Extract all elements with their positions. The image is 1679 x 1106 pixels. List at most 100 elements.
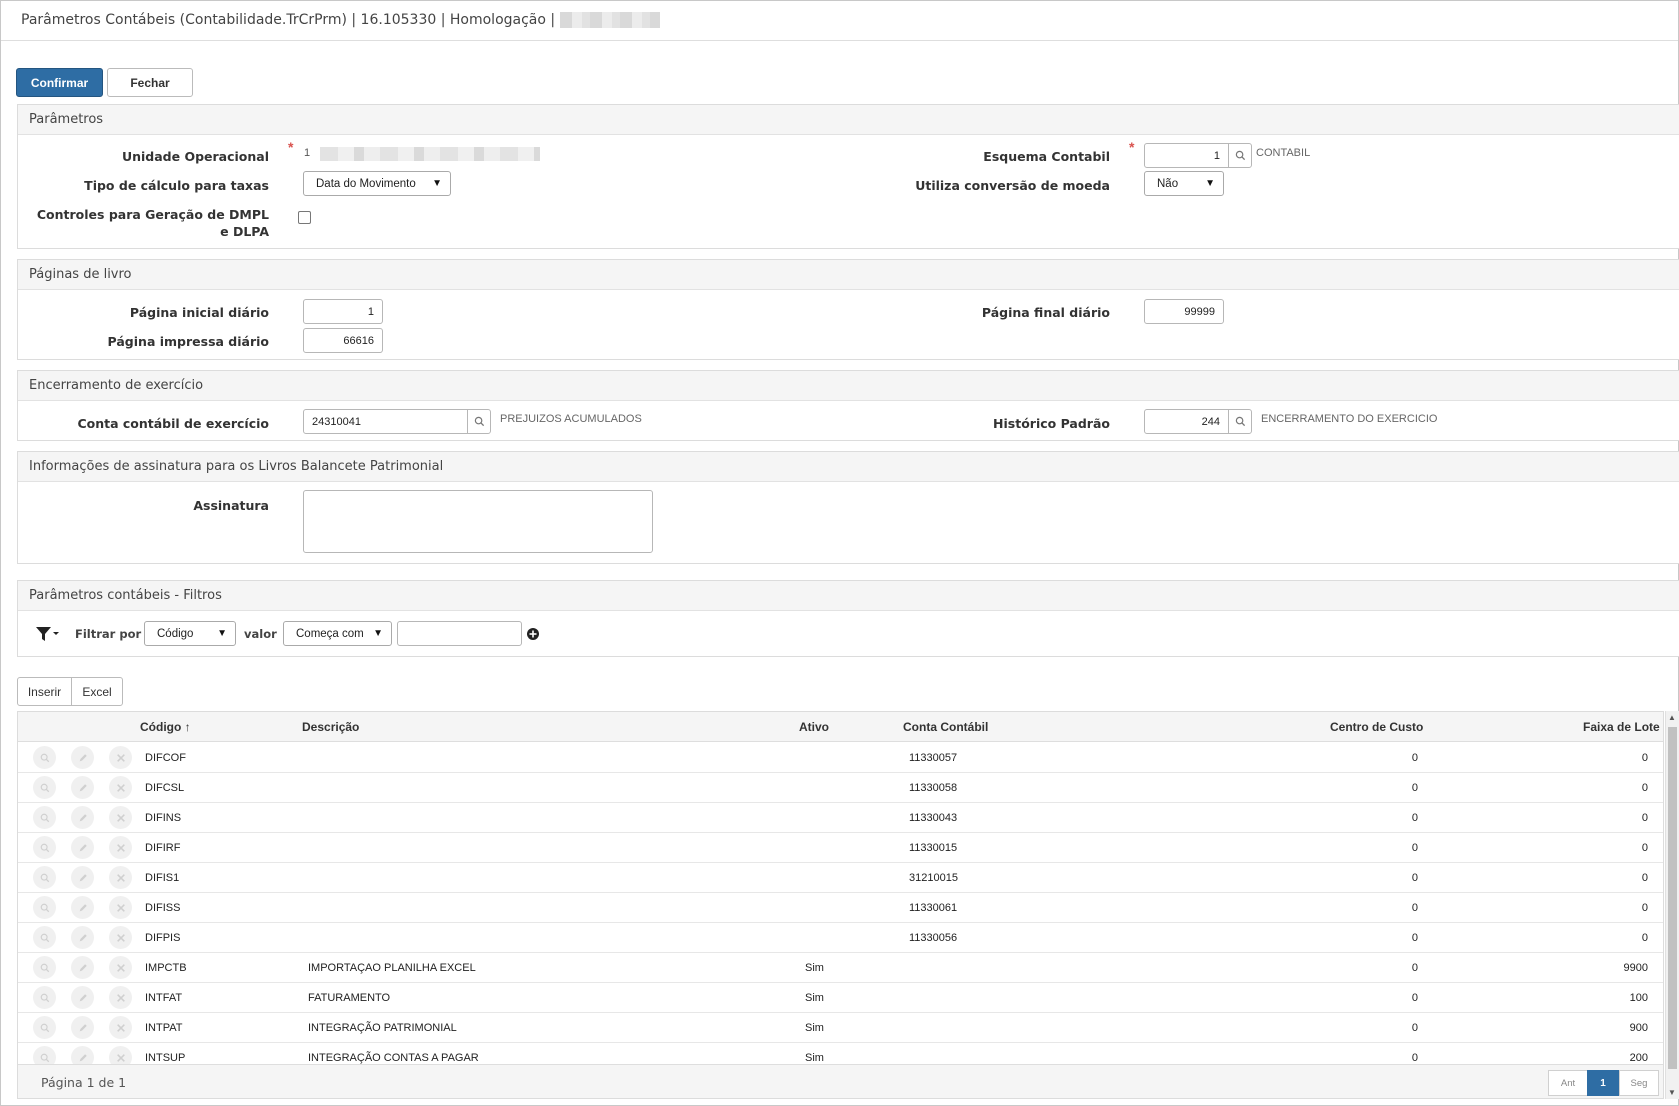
pagina-inicial-input[interactable]: 1 (303, 299, 383, 324)
cell-centro: 0 (1411, 812, 1418, 824)
column-header-conta[interactable]: Conta Contábil (903, 720, 988, 734)
scroll-down-icon[interactable]: ▼ (1668, 1088, 1676, 1097)
grid-header: Código ↑ Descrição Ativo Conta Contábil … (18, 712, 1663, 742)
cell-faixa: 0 (1641, 872, 1648, 884)
filtrar-por-select[interactable]: Código ▼ (144, 621, 236, 646)
conta-exercicio-description: PREJUIZOS ACUMULADOS (500, 413, 642, 425)
edit-icon[interactable] (71, 776, 94, 799)
edit-icon[interactable] (71, 956, 94, 979)
edit-icon[interactable] (71, 836, 94, 859)
conversao-moeda-label: Utiliza conversão de moeda (915, 178, 1110, 193)
cell-codigo: INTSUP (145, 1052, 186, 1064)
view-icon[interactable] (33, 866, 56, 889)
view-icon[interactable] (33, 1016, 56, 1039)
edit-icon[interactable] (71, 986, 94, 1009)
table-row[interactable]: DIFISS 11330061 0 0 (18, 893, 1663, 923)
controles-dmpl-label: Controles para Geração de DMPL e DLPA (36, 207, 269, 239)
add-filter-icon[interactable] (527, 628, 539, 640)
next-page-button[interactable]: Seg (1619, 1070, 1659, 1096)
edit-icon[interactable] (71, 1016, 94, 1039)
conta-exercicio-input[interactable]: 24310041 (303, 409, 468, 434)
assinatura-textarea[interactable] (303, 490, 653, 553)
delete-icon[interactable] (109, 746, 132, 769)
edit-icon[interactable] (71, 896, 94, 919)
scrollbar-thumb[interactable] (1668, 727, 1677, 1069)
edit-icon[interactable] (71, 866, 94, 889)
delete-icon[interactable] (109, 956, 132, 979)
column-header-faixa[interactable]: Faixa de Lote (1583, 720, 1660, 734)
view-icon[interactable] (33, 926, 56, 949)
column-header-descricao[interactable]: Descrição (302, 720, 359, 734)
table-row[interactable]: INTPAT INTEGRAÇÃO PATRIMONIAL Sim 0 900 (18, 1013, 1663, 1043)
view-icon[interactable] (33, 836, 56, 859)
view-icon[interactable] (33, 776, 56, 799)
filter-icon[interactable] (35, 626, 61, 642)
insert-button[interactable]: Inserir (17, 677, 72, 706)
historico-lookup-button[interactable] (1228, 409, 1252, 434)
cell-ativo: Sim (805, 962, 824, 974)
delete-icon[interactable] (109, 866, 132, 889)
operator-selected: Começa com (296, 627, 364, 640)
view-icon[interactable] (33, 956, 56, 979)
edit-icon[interactable] (71, 806, 94, 829)
tipo-calculo-select[interactable]: Data do Movimento ▼ (303, 171, 451, 196)
cell-descricao: FATURAMENTO (308, 992, 391, 1004)
table-row[interactable]: IMPCTB IMPORTAÇAO PLANILHA EXCEL Sim 0 9900 (18, 953, 1663, 983)
delete-icon[interactable] (109, 806, 132, 829)
column-header-codigo[interactable]: Código ↑ (140, 720, 191, 734)
unidade-operacional-value: 1 (304, 147, 311, 159)
excel-button[interactable]: Excel (71, 677, 123, 706)
current-page-button[interactable]: 1 (1587, 1070, 1619, 1096)
chevron-down-icon: ▼ (432, 178, 442, 189)
table-row[interactable]: INTFAT FATURAMENTO Sim 0 100 (18, 983, 1663, 1013)
conta-exercicio-label: Conta contábil de exercício (77, 416, 269, 431)
table-row[interactable]: DIFPIS 11330056 0 0 (18, 923, 1663, 953)
grid-scrollbar[interactable]: ▲ ▼ (1665, 711, 1679, 1099)
edit-icon[interactable] (71, 926, 94, 949)
view-icon[interactable] (33, 746, 56, 769)
filter-value-input[interactable] (397, 621, 522, 646)
operator-select[interactable]: Começa com ▼ (283, 621, 392, 646)
cell-faixa: 0 (1641, 842, 1648, 854)
table-row[interactable]: DIFIS1 31210015 0 0 (18, 863, 1663, 893)
table-row[interactable]: DIFIRF 11330015 0 0 (18, 833, 1663, 863)
cell-centro: 0 (1411, 872, 1418, 884)
edit-icon[interactable] (71, 746, 94, 769)
delete-icon[interactable] (109, 776, 132, 799)
esquema-contabil-input[interactable]: 1 (1144, 143, 1229, 168)
pagina-final-input[interactable]: 99999 (1144, 299, 1224, 324)
esquema-lookup-button[interactable] (1228, 143, 1252, 168)
column-header-centro[interactable]: Centro de Custo (1330, 720, 1423, 734)
table-row[interactable]: DIFINS 11330043 0 0 (18, 803, 1663, 833)
view-icon[interactable] (33, 896, 56, 919)
column-header-ativo[interactable]: Ativo (799, 720, 829, 734)
redacted-environment-name (559, 12, 660, 28)
table-row[interactable]: DIFCSL 11330058 0 0 (18, 773, 1663, 803)
prev-page-button[interactable]: Ant (1548, 1070, 1588, 1096)
scroll-up-icon[interactable]: ▲ (1668, 713, 1676, 722)
delete-icon[interactable] (109, 896, 132, 919)
delete-icon[interactable] (109, 926, 132, 949)
pagina-impressa-input[interactable]: 66616 (303, 328, 383, 353)
controles-dmpl-checkbox[interactable] (298, 211, 311, 224)
delete-icon[interactable] (109, 836, 132, 859)
cell-conta: 11330056 (909, 932, 958, 944)
delete-icon[interactable] (109, 986, 132, 1009)
conversao-moeda-select[interactable]: Não ▼ (1144, 171, 1224, 196)
cell-centro: 0 (1411, 1022, 1418, 1034)
confirm-button[interactable]: Confirmar (16, 68, 103, 97)
cell-codigo: DIFPIS (145, 932, 181, 944)
cell-conta: 11330058 (909, 782, 958, 794)
delete-icon[interactable] (109, 1016, 132, 1039)
view-icon[interactable] (33, 806, 56, 829)
close-button[interactable]: Fechar (107, 68, 193, 97)
cell-centro: 0 (1411, 842, 1418, 854)
view-icon[interactable] (33, 986, 56, 1009)
cell-conta: 11330043 (909, 812, 958, 824)
chevron-down-icon: ▼ (217, 628, 227, 639)
cell-codigo: DIFIS1 (145, 872, 180, 884)
historico-padrao-input[interactable]: 244 (1144, 409, 1229, 434)
table-row[interactable]: DIFCOF 11330057 0 0 (18, 743, 1663, 773)
conta-exercicio-lookup-button[interactable] (467, 409, 491, 434)
grid-footer: Página 1 de 1 Ant 1 Seg (18, 1064, 1663, 1098)
